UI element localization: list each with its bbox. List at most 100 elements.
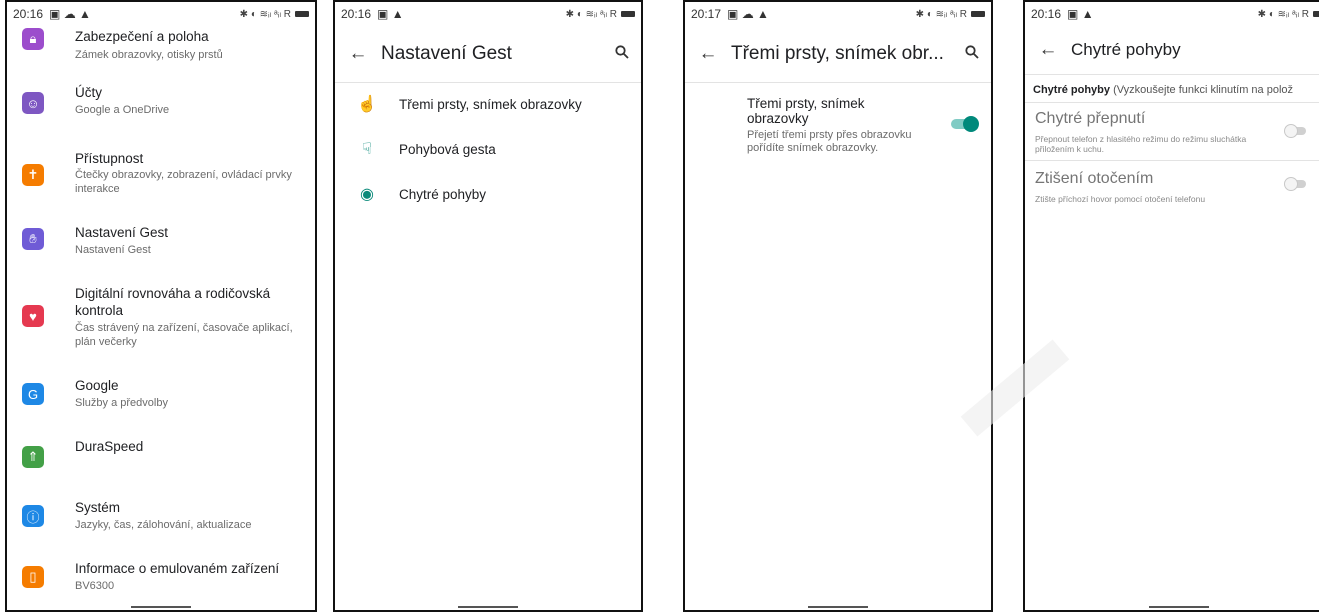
accessibility-icon: ✝ [22, 164, 44, 186]
gesture-item-label: Pohybová gesta [399, 141, 496, 157]
settings-item-subtitle: Nastavení Gest [75, 244, 151, 256]
search-icon[interactable] [953, 44, 991, 64]
settings-item-security[interactable]: 🔒︎ Zabezpečení a poloha Zámek obrazovky,… [7, 24, 315, 64]
status-icons: ✱ ◐ ≋ᵢₗ ᵃᵢₗ R [239, 8, 291, 20]
toggle-thumb [1284, 124, 1298, 138]
notification-icon: ▣ ▲ [377, 7, 404, 21]
battery-icon [295, 11, 309, 17]
settings-item-title: Účty [75, 85, 102, 100]
status-bar: 20:16 ▣ ▲ ✱ ◐ ≋ᵢₗ ᵃᵢₗ R [1025, 2, 1319, 26]
status-bar: 20:16 ▣ ☁ ▲ ✱ ◐ ≋ᵢₗ ᵃᵢₗ R [7, 2, 315, 26]
nav-handle[interactable] [1149, 606, 1209, 608]
setting-description: Přejetí třemi prsty přes obrazovku poříd… [747, 129, 912, 154]
setting-title: Chytré přepnutí [1035, 110, 1146, 127]
settings-item-google[interactable]: G Google Služby a předvolby [7, 377, 315, 417]
back-arrow-icon[interactable]: ← [1025, 39, 1071, 61]
info-icon: ⓘ [22, 505, 44, 527]
three-finger-icon: ☝ [357, 96, 377, 113]
nav-handle[interactable] [458, 606, 518, 608]
swipe-hand-icon: ☟ [362, 141, 372, 158]
settings-item-title: Systém [75, 500, 121, 515]
gesture-item-label: Třemi prsty, snímek obrazovky [399, 96, 582, 112]
gesture-settings-screen: 20:16 ▣ ▲ ✱ ◐ ≋ᵢₗ ᵃᵢₗ R ← Nastavení Gest… [333, 0, 643, 612]
back-arrow-icon[interactable]: ← [685, 43, 731, 65]
three-finger-screen: 20:17 ▣ ☁ ▲ ✱ ◐ ≋ᵢₗ ᵃᵢₗ R ← Třemi prsty,… [683, 0, 993, 612]
battery-icon [971, 11, 985, 17]
settings-item-subtitle: Čtečky obrazovky, zobrazení, ovládací pr… [75, 169, 292, 195]
app-bar: ← Chytré pohyby [1025, 26, 1319, 75]
toggle-thumb [1284, 177, 1298, 191]
status-bar: 20:17 ▣ ☁ ▲ ✱ ◐ ≋ᵢₗ ᵃᵢₗ R [685, 2, 991, 26]
clock: 20:17 [691, 7, 722, 21]
settings-item-title: Zabezpečení a poloha [75, 29, 209, 44]
screenshot-toggle[interactable] [949, 116, 979, 132]
notification-icon: ▣ ▲ [1067, 7, 1094, 21]
settings-item-digital-wellbeing[interactable]: ♥ Digitální rovnováha a rodičovská kontr… [7, 285, 315, 355]
rocket-icon: ⇑ [22, 446, 44, 468]
status-icons: ✱ ◐ ≋ᵢₗ ᵃᵢₗ R [1257, 8, 1309, 20]
settings-item-accounts[interactable]: ☺ Účty Google a OneDrive [7, 84, 315, 128]
settings-item-gestures[interactable]: ✋︎ Nastavení Gest Nastavení Gest [7, 224, 315, 264]
gesture-item-smart-motion[interactable]: ◉ Chytré pohyby [335, 172, 641, 216]
settings-item-subtitle: Čas strávený na zařízení, časovače aplik… [75, 322, 293, 348]
breadcrumb-hint: (Vyzkoušejte funkci klinutím na polož [1110, 84, 1294, 96]
app-bar: ← Nastavení Gest [335, 26, 641, 83]
smart-motion-screen: 20:16 ▣ ▲ ✱ ◐ ≋ᵢₗ ᵃᵢₗ R ← Chytré pohyby … [1023, 0, 1319, 612]
settings-item-accessibility[interactable]: ✝ Přístupnost Čtečky obrazovky, zobrazen… [7, 150, 315, 200]
phone-icon: ▯ [22, 566, 44, 588]
gesture-item-label: Chytré pohyby [399, 186, 487, 202]
settings-item-title: Přístupnost [75, 151, 144, 166]
settings-item-duraspeed[interactable]: ⇑ DuraSpeed [7, 438, 315, 468]
divider [1025, 160, 1319, 161]
settings-item-title: Nastavení Gest [75, 225, 169, 240]
heart-plus-icon: ♥ [22, 305, 44, 327]
settings-item-title: Digitální rovnováha a rodičovská kontrol… [75, 286, 271, 318]
setting-title: Ztišení otočením [1035, 170, 1154, 187]
settings-item-subtitle: Zámek obrazovky, otisky prstů [75, 49, 223, 61]
clock: 20:16 [1031, 7, 1062, 21]
settings-item-title: Informace o emulovaném zařízení [75, 561, 280, 576]
lock-icon: 🔒︎ [22, 28, 44, 50]
flip-to-mute-toggle[interactable] [1284, 177, 1308, 191]
breadcrumb: Chytré pohyby (Vyzkoušejte funkci klinut… [1033, 84, 1293, 96]
settings-item-title: Google [75, 378, 119, 393]
settings-item-title: DuraSpeed [75, 439, 144, 454]
settings-item-subtitle: Google a OneDrive [75, 104, 170, 116]
smart-switch-toggle[interactable] [1284, 124, 1308, 138]
breadcrumb-bold: Chytré pohyby [1033, 84, 1111, 96]
page-title: Chytré pohyby [1071, 40, 1181, 59]
setting-title: Třemi prsty, snímek obrazovky [747, 96, 865, 126]
nav-handle[interactable] [808, 606, 868, 608]
back-arrow-icon[interactable]: ← [335, 43, 381, 65]
clock: 20:16 [13, 7, 44, 21]
page-title: Nastavení Gest [381, 43, 512, 64]
clock: 20:16 [341, 7, 372, 21]
hand-gesture-icon: ✋︎ [22, 228, 44, 250]
account-icon: ☺ [22, 92, 44, 114]
page-title: Třemi prsty, snímek obr... [731, 43, 944, 64]
settings-item-subtitle: BV6300 [75, 580, 115, 592]
settings-item-subtitle: Jazyky, čas, zálohování, aktualizace [75, 519, 252, 531]
notification-icon: ▣ ☁ ▲ [49, 7, 91, 21]
battery-icon [1313, 11, 1319, 17]
status-icons: ✱ ◐ ≋ᵢₗ ᵃᵢₗ R [565, 8, 617, 20]
status-icons: ✱ ◐ ≋ᵢₗ ᵃᵢₗ R [915, 8, 967, 20]
settings-item-system[interactable]: ⓘ Systém Jazyky, čas, zálohování, aktual… [7, 499, 315, 539]
settings-item-subtitle: Služby a předvolby [75, 397, 168, 409]
setting-description: Přepnout telefon z hlasitého režimu do r… [1035, 134, 1247, 154]
notification-icon: ▣ ☁ ▲ [727, 7, 769, 21]
battery-icon [621, 11, 635, 17]
status-bar: 20:16 ▣ ▲ ✱ ◐ ≋ᵢₗ ᵃᵢₗ R [335, 2, 641, 26]
settings-item-device-info[interactable]: ▯ Informace o emulovaném zařízení BV6300 [7, 560, 315, 600]
toggle-thumb [963, 116, 979, 132]
app-bar: ← Třemi prsty, snímek obr... [685, 26, 991, 83]
nav-handle[interactable] [131, 606, 191, 608]
google-g-icon: G [22, 383, 44, 405]
setting-description: Ztište příchozí hovor pomocí otočení tel… [1035, 194, 1206, 204]
divider [1025, 102, 1319, 103]
gesture-item-three-finger[interactable]: ☝ Třemi prsty, snímek obrazovky [335, 82, 641, 126]
smart-motion-icon: ◉ [360, 186, 374, 203]
settings-screen: 20:16 ▣ ☁ ▲ ✱ ◐ ≋ᵢₗ ᵃᵢₗ R 🔒︎ Zabezpečení… [5, 0, 317, 612]
gesture-item-motion[interactable]: ☟ Pohybová gesta [335, 127, 641, 171]
search-icon[interactable] [603, 44, 641, 64]
